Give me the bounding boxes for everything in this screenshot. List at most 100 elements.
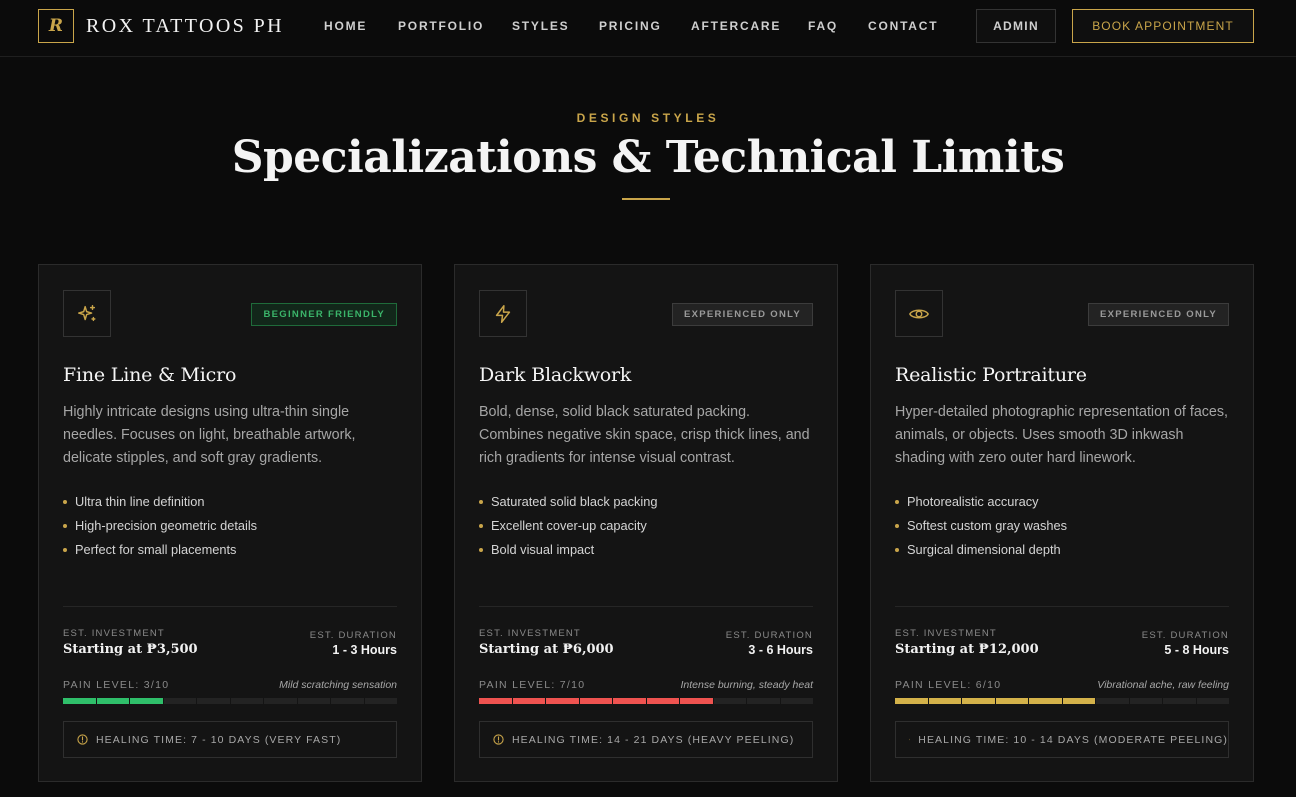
card-title: Fine Line & Micro: [63, 364, 237, 386]
nav-link-home[interactable]: HOME: [324, 19, 367, 33]
pain-note: Vibrational ache, raw feeling: [1097, 679, 1229, 691]
pain-segment: [163, 698, 196, 704]
investment-label: EST. INVESTMENT: [895, 628, 997, 639]
pain-level-bar: [895, 698, 1229, 704]
feature-list: Saturated solid black packing Excellent …: [479, 492, 657, 564]
card-title: Dark Blackwork: [479, 364, 632, 386]
pain-note: Intense burning, steady heat: [680, 679, 813, 691]
duration-label: EST. DURATION: [1141, 630, 1229, 641]
pain-segment: [1163, 698, 1196, 704]
pain-segment: [479, 698, 512, 704]
status-badge: EXPERIENCED ONLY: [671, 303, 813, 326]
style-card-fine-line: BEGINNER FRIENDLY Fine Line & Micro High…: [38, 264, 422, 782]
pain-segment: [1129, 698, 1162, 704]
nav-link-contact[interactable]: CONTACT: [868, 19, 938, 33]
nav-link-portfolio[interactable]: PORTFOLIO: [398, 19, 484, 33]
sparkles-icon: [63, 290, 111, 337]
nav-link-styles[interactable]: STYLES: [512, 19, 569, 33]
info-icon: [77, 734, 88, 745]
pain-segment: [995, 698, 1028, 704]
info-icon: [493, 734, 504, 745]
pain-segment: [63, 698, 96, 704]
duration-label: EST. DURATION: [725, 630, 813, 641]
healing-time-box: HEALING TIME: 14 - 21 DAYS (HEAVY PEELIN…: [479, 721, 813, 758]
list-item: Bold visual impact: [479, 540, 657, 564]
price-value: Starting at ₱6,000: [479, 642, 614, 657]
pain-segment: [1096, 698, 1129, 704]
list-item: Photorealistic accuracy: [895, 492, 1067, 516]
pain-segment: [962, 698, 995, 704]
title-underline: [622, 198, 670, 200]
price-value: Starting at ₱3,500: [63, 642, 198, 657]
pain-level-label: PAIN LEVEL: 3/10: [63, 679, 170, 691]
pain-segment: [364, 698, 397, 704]
duration-value: 5 - 8 Hours: [1164, 643, 1229, 657]
style-card-portraiture: EXPERIENCED ONLY Realistic Portraiture H…: [870, 264, 1254, 782]
pain-segment: [297, 698, 330, 704]
pain-segment: [1196, 698, 1229, 704]
divider: [479, 606, 813, 607]
pain-segment: [646, 698, 679, 704]
lightning-icon: [479, 290, 527, 337]
section-eyebrow: DESIGN STYLES: [576, 111, 720, 125]
list-item: Ultra thin line definition: [63, 492, 257, 516]
pain-segment: [230, 698, 263, 704]
pain-segment: [331, 698, 364, 704]
pain-level-bar: [63, 698, 397, 704]
pain-segment: [680, 698, 713, 704]
pain-level-label: PAIN LEVEL: 6/10: [895, 679, 1002, 691]
list-item: Perfect for small placements: [63, 540, 257, 564]
pain-segment: [579, 698, 612, 704]
list-item: Saturated solid black packing: [479, 492, 657, 516]
duration-value: 1 - 3 Hours: [332, 643, 397, 657]
pain-segment: [130, 698, 163, 704]
divider: [63, 606, 397, 607]
list-item: High-precision geometric details: [63, 516, 257, 540]
info-icon: [909, 738, 911, 741]
pain-segment: [197, 698, 230, 704]
card-description: Bold, dense, solid black saturated packi…: [479, 404, 810, 466]
pain-segment: [1062, 698, 1095, 704]
pain-segment: [96, 698, 129, 704]
card-description: Hyper-detailed photographic representati…: [895, 404, 1229, 466]
pain-segment: [895, 698, 928, 704]
nav-link-faq[interactable]: FAQ: [808, 19, 838, 33]
nav-link-aftercare[interactable]: AFTERCARE: [691, 19, 781, 33]
book-appointment-button[interactable]: BOOK APPOINTMENT: [1072, 9, 1254, 43]
section-title: Specializations & Technical Limits: [231, 132, 1065, 183]
nav-link-pricing[interactable]: PRICING: [599, 19, 662, 33]
style-card-blackwork: EXPERIENCED ONLY Dark Blackwork Bold, de…: [454, 264, 838, 782]
duration-label: EST. DURATION: [309, 630, 397, 641]
healing-time-text: HEALING TIME: 14 - 21 DAYS (HEAVY PEELIN…: [512, 733, 795, 746]
feature-list: Photorealistic accuracy Softest custom g…: [895, 492, 1067, 564]
status-badge: EXPERIENCED ONLY: [1087, 303, 1229, 326]
healing-time-box: HEALING TIME: 10 - 14 DAYS (MODERATE PEE…: [895, 721, 1229, 758]
status-badge: BEGINNER FRIENDLY: [251, 303, 397, 326]
healing-time-text: HEALING TIME: 7 - 10 DAYS (VERY FAST): [96, 733, 342, 746]
pain-level-label: PAIN LEVEL: 7/10: [479, 679, 586, 691]
healing-time-text: HEALING TIME: 10 - 14 DAYS (MODERATE PEE…: [918, 733, 1228, 746]
eye-icon: [895, 290, 943, 337]
divider: [895, 606, 1229, 607]
pain-segment: [512, 698, 545, 704]
pain-segment: [264, 698, 297, 704]
pain-segment: [713, 698, 746, 704]
admin-button[interactable]: ADMIN: [976, 9, 1056, 43]
list-item: Excellent cover-up capacity: [479, 516, 657, 540]
card-description: Highly intricate designs using ultra-thi…: [63, 404, 356, 466]
investment-label: EST. INVESTMENT: [479, 628, 581, 639]
logo-mark[interactable]: R: [38, 9, 74, 43]
price-value: Starting at ₱12,000: [895, 642, 1039, 657]
duration-value: 3 - 6 Hours: [748, 643, 813, 657]
list-item: Softest custom gray washes: [895, 516, 1067, 540]
investment-label: EST. INVESTMENT: [63, 628, 165, 639]
pain-segment: [1029, 698, 1062, 704]
brand-name[interactable]: ROX TATTOOS PH: [86, 15, 284, 38]
top-navigation: R ROX TATTOOS PH HOME PORTFOLIO STYLES P…: [0, 0, 1296, 57]
list-item: Surgical dimensional depth: [895, 540, 1067, 564]
pain-segment: [613, 698, 646, 704]
pain-note: Mild scratching sensation: [279, 679, 397, 691]
pain-segment: [747, 698, 780, 704]
feature-list: Ultra thin line definition High-precisio…: [63, 492, 257, 564]
healing-time-box: HEALING TIME: 7 - 10 DAYS (VERY FAST): [63, 721, 397, 758]
